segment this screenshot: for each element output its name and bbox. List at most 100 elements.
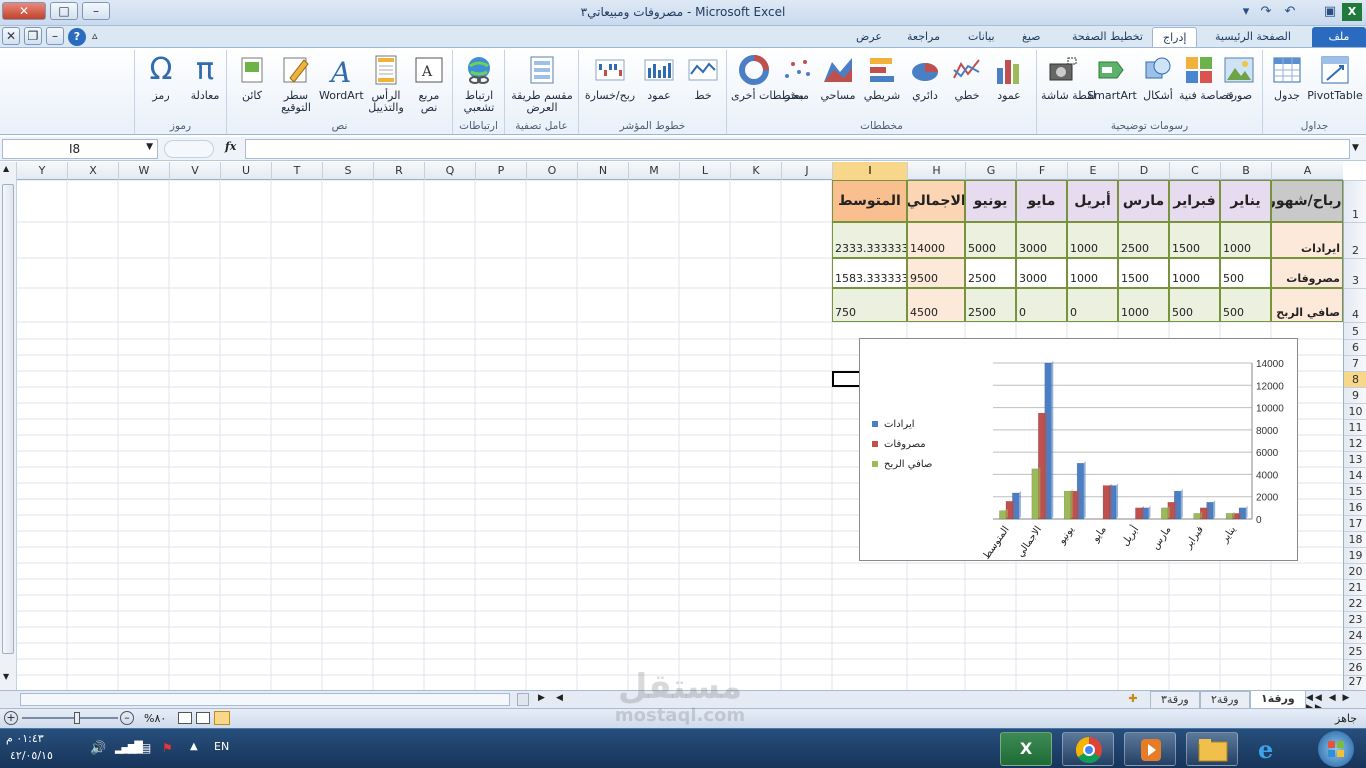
undo-icon[interactable]: ↶ [1280, 3, 1300, 21]
table-cell[interactable]: 0 [1067, 288, 1118, 322]
volume-icon[interactable]: 🔊 [90, 741, 106, 756]
other-charts-button[interactable]: مخططات أخرى [731, 52, 804, 102]
table-header-cell[interactable]: مارس [1118, 180, 1169, 222]
slicer-button[interactable]: مقسم طريقة العرض [507, 52, 577, 114]
close-icon[interactable]: ✕ [2, 2, 46, 20]
row-header-9[interactable]: 9 [1344, 387, 1366, 403]
symbol-button[interactable]: Ω رمز [141, 52, 181, 102]
column-header-R[interactable]: R [373, 162, 424, 180]
table-header-cell[interactable]: فبراير [1169, 180, 1220, 222]
row-header-3[interactable]: 3 [1344, 258, 1366, 288]
tab-review[interactable]: مراجعة [897, 27, 950, 48]
row-label-cell[interactable]: مصروفات [1271, 258, 1343, 288]
table-cell[interactable]: 1500 [1169, 222, 1220, 258]
formula-expand-handle[interactable] [164, 140, 214, 158]
wordart-button[interactable]: A WordArt [319, 52, 364, 102]
column-header-M[interactable]: M [628, 162, 679, 180]
table-header-cell[interactable]: يونيو [965, 180, 1016, 222]
normal-view-icon[interactable] [214, 711, 230, 725]
table-cell[interactable]: 3000 [1016, 222, 1067, 258]
table-cell[interactable]: 2500 [965, 258, 1016, 288]
scroll-up-icon[interactable]: ▲ [3, 164, 9, 173]
internet-explorer-icon[interactable]: e [1258, 735, 1273, 764]
line-chart-button[interactable]: خطي [949, 52, 985, 102]
row-header-7[interactable]: 7 [1344, 355, 1366, 371]
object-button[interactable]: كائن [231, 52, 273, 102]
row-header-13[interactable]: 13 [1344, 451, 1366, 467]
maximize-icon[interactable]: □ [50, 2, 78, 20]
show-hidden-icons[interactable]: ▲ [190, 741, 198, 752]
language-indicator[interactable]: EN [214, 740, 229, 753]
formula-expand-icon[interactable]: ▼ [1352, 143, 1359, 153]
table-header-cell[interactable]: مايو [1016, 180, 1067, 222]
pie-chart-button[interactable]: دائري [905, 52, 945, 102]
tab-file[interactable]: ملف [1312, 27, 1366, 48]
table-cell[interactable]: 1000 [1169, 258, 1220, 288]
chart[interactable]: 0 2000 4000 6000 8000 10000 12000 14000 يناير فبر… [859, 338, 1298, 562]
row-header-21[interactable]: 21 [1344, 579, 1366, 595]
table-cell[interactable]: 0 [1016, 288, 1067, 322]
tab-formulas[interactable]: صيغ [1012, 27, 1051, 48]
help-icon[interactable]: ? [68, 28, 86, 46]
row-header-18[interactable]: 18 [1344, 531, 1366, 547]
column-header-U[interactable]: U [220, 162, 271, 180]
excel-logo-icon[interactable]: X [1342, 3, 1362, 21]
screenshot-button[interactable]: لقطة شاشة [1041, 52, 1096, 102]
row-header-10[interactable]: 10 [1344, 403, 1366, 419]
ribbon-collapse-icon[interactable]: ▵ [92, 29, 98, 42]
column-header-X[interactable]: X [67, 162, 118, 180]
table-button[interactable]: جدول [1269, 52, 1305, 102]
row-header-26[interactable]: 26 [1344, 659, 1366, 675]
row-header-27[interactable]: 27 [1344, 675, 1366, 689]
scrollbar-split-handle[interactable] [517, 693, 529, 706]
media-player-icon[interactable] [1124, 732, 1176, 766]
row-header-25[interactable]: 25 [1344, 643, 1366, 659]
zoom-slider-thumb[interactable] [74, 712, 80, 724]
chevron-down-icon[interactable]: ▼ [146, 142, 153, 152]
table-cell[interactable]: 1500 [1118, 258, 1169, 288]
minimize-icon[interactable]: – [82, 2, 110, 20]
table-cell[interactable]: 1583.333333 [832, 258, 907, 288]
table-header-cell[interactable]: ارباح/شهور [1271, 180, 1343, 222]
table-cell[interactable]: 500 [1220, 288, 1271, 322]
equation-button[interactable]: π معادلة [185, 52, 225, 102]
zoom-out-icon[interactable]: – [120, 711, 134, 725]
scrollbar-thumb[interactable] [2, 184, 14, 654]
save-icon[interactable]: ▣ [1320, 3, 1340, 21]
table-cell[interactable]: 2500 [965, 288, 1016, 322]
close-workbook-icon[interactable]: ✕ [2, 27, 20, 45]
column-header-B[interactable]: B [1220, 162, 1271, 180]
table-cell[interactable]: 2500 [1118, 222, 1169, 258]
vertical-scrollbar[interactable]: ▲ ▼ [0, 162, 17, 690]
pivot-table-button[interactable]: PivotTable [1307, 52, 1363, 102]
row-header-17[interactable]: 17 [1344, 515, 1366, 531]
column-header-F[interactable]: F [1016, 162, 1067, 180]
column-header-S[interactable]: S [322, 162, 373, 180]
table-cell[interactable]: 3000 [1016, 258, 1067, 288]
table-cell[interactable]: 9500 [907, 258, 965, 288]
signature-line-button[interactable]: سطر التوقيع [275, 52, 317, 114]
page-break-view-icon[interactable] [178, 712, 192, 724]
tab-page-layout[interactable]: تخطيط الصفحة [1062, 27, 1153, 48]
tab-home[interactable]: الصفحة الرئيسية [1205, 27, 1301, 48]
clock-time[interactable]: ٠١:٤٣ م [6, 732, 44, 745]
column-header-A[interactable]: A [1271, 162, 1343, 180]
fx-icon[interactable]: fx [225, 140, 236, 153]
table-cell[interactable]: 1000 [1220, 222, 1271, 258]
sheet-tab-1[interactable]: ورقة١ [1250, 691, 1306, 709]
clipart-button[interactable]: قصاصة فنية [1179, 52, 1234, 102]
column-header-V[interactable]: V [169, 162, 220, 180]
column-header-D[interactable]: D [1118, 162, 1169, 180]
row-label-cell[interactable]: ايرادات [1271, 222, 1343, 258]
row-header-4[interactable]: 4 [1344, 288, 1366, 322]
chevron-down-icon[interactable]: ▾ [1236, 3, 1256, 21]
table-cell[interactable]: 1000 [1067, 258, 1118, 288]
minimize-workbook-icon[interactable]: – [46, 27, 64, 45]
restore-workbook-icon[interactable]: ❐ [24, 27, 42, 45]
row-header-1[interactable]: 1 [1344, 180, 1366, 222]
column-header-I[interactable]: I [832, 162, 907, 180]
file-explorer-icon[interactable] [1186, 732, 1238, 766]
column-header-E[interactable]: E [1067, 162, 1118, 180]
row-header-15[interactable]: 15 [1344, 483, 1366, 499]
zoom-level[interactable]: %٨٠ [144, 712, 166, 725]
